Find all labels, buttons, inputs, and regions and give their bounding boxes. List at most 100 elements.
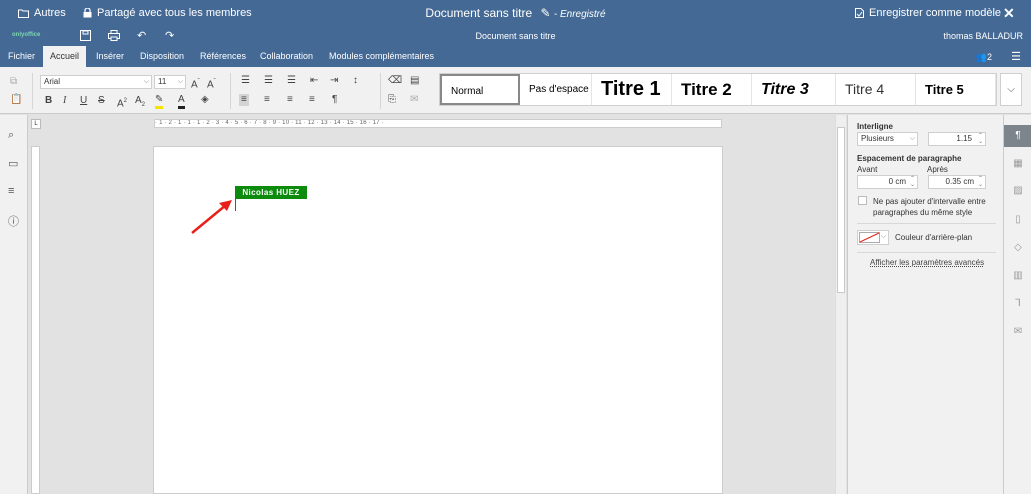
image-settings-icon[interactable]: ▨ — [1009, 182, 1027, 200]
background-color-picker[interactable]: ⌵ — [857, 230, 889, 245]
font-size-select[interactable]: 11 ⌵ — [154, 75, 186, 89]
no-interval-checkbox[interactable] — [858, 196, 867, 205]
info-icon[interactable]: ⓘ — [8, 213, 19, 229]
line-spacing-value: 1.15 — [956, 134, 972, 143]
template-icon — [855, 8, 864, 18]
paint-bucket-icon[interactable]: ◈ — [201, 94, 209, 106]
mail-merge-settings-icon[interactable]: ✉ — [1009, 323, 1027, 341]
horizontal-ruler[interactable]: · 1 · 2 · 1 · 1 · 1 · 2 · 3 · 4 · 5 · 6 … — [154, 119, 722, 128]
increase-font-icon[interactable]: Aˆ — [191, 76, 200, 91]
shape-settings-icon[interactable]: ◇ — [1009, 239, 1027, 257]
save-as-template-button[interactable]: Enregistrer comme modèle — [855, 7, 1001, 19]
multilevel-list-icon[interactable]: ☰ — [287, 75, 296, 87]
background-color-label: Couleur d'arrière-plan — [895, 233, 973, 242]
increase-indent-icon[interactable]: ⇥ — [330, 75, 338, 87]
ribbon: ⧉ 📋 Arial ⌵ 11 ⌵ Aˆ Aˇ B I U S A2 A2 ✎ A ◈… — [0, 67, 1031, 114]
style-title-3[interactable]: Titre 3 — [752, 74, 836, 105]
save-as-template-label: Enregistrer comme modèle — [869, 7, 1002, 19]
strikethrough-icon[interactable]: S — [98, 95, 105, 107]
line-spacing-value-field[interactable]: 1.15 ⌃ ⌄ — [928, 132, 986, 146]
tab-stop-selector[interactable]: L — [31, 119, 41, 129]
collaborator-tag: Nicolas HUEZ — [235, 186, 307, 199]
spinner-icon[interactable]: ⌃ ⌄ — [978, 133, 983, 145]
subscript-icon[interactable]: A2 — [135, 95, 145, 111]
paragraph-settings-panel: Interligne Plusieurs ⌵ 1.15 ⌃ ⌄ Espacemen… — [847, 115, 1003, 494]
style-normal[interactable]: Normal — [440, 74, 520, 105]
user-name[interactable]: thomas BALLADUR — [943, 31, 1023, 41]
separator — [230, 73, 231, 109]
scrollbar-thumb[interactable] — [837, 127, 845, 293]
spacing-after-field[interactable]: 0.35 cm ⌃ ⌄ — [928, 175, 986, 189]
spacing-before-value: 0 cm — [888, 177, 906, 186]
clear-format-icon[interactable]: ⌫ — [388, 75, 402, 87]
tab-modules[interactable]: Modules complémentaires — [322, 46, 441, 67]
quick-access-bar: onlyoffice ↶ ↷ Document sans titre thoma… — [0, 28, 1031, 46]
tab-fichier[interactable]: Fichier — [1, 46, 42, 67]
highlight-icon[interactable]: ✎ — [155, 94, 164, 109]
align-left-icon[interactable]: ≡ — [239, 94, 249, 106]
font-name-select[interactable]: Arial ⌵ — [40, 75, 152, 89]
bullet-list-icon[interactable]: ☰ — [241, 75, 250, 87]
search-icon[interactable]: ⌕ — [8, 129, 14, 142]
divider — [857, 223, 996, 224]
tab-references[interactable]: Références — [193, 46, 253, 67]
bold-icon[interactable]: B — [45, 95, 52, 107]
header-footer-icon[interactable]: ▯ — [1009, 211, 1027, 229]
copy-style-icon[interactable]: ⎘ — [388, 94, 396, 106]
align-center-icon[interactable]: ≡ — [264, 94, 270, 106]
spinner-icon[interactable]: ⌃ ⌄ — [910, 176, 915, 188]
top-bar: Autres Partagé avec tous les membres Doc… — [0, 0, 1031, 28]
table-settings-icon[interactable]: ▦ — [1009, 155, 1027, 173]
close-icon[interactable]: ✕ — [1003, 5, 1015, 22]
superscript-icon[interactable]: A2 — [117, 95, 127, 110]
spacing-before-field[interactable]: 0 cm ⌃ ⌄ — [857, 175, 918, 189]
copy-icon[interactable]: ⧉ — [10, 76, 17, 88]
styles-gallery: Normal Pas d'espace Titre 1 Titre 2 Titr… — [439, 73, 997, 106]
tab-collaboration[interactable]: Collaboration — [253, 46, 320, 67]
paragraph-marks-icon[interactable]: ¶ — [332, 94, 337, 106]
align-right-icon[interactable]: ≡ — [287, 94, 293, 106]
document-title[interactable]: Document sans titre — [425, 6, 532, 20]
right-sidebar: ¶ ▦ ▨ ▯ ◇ ▥ Ꞁ ✉ — [1003, 115, 1031, 494]
spacing-after-value: 0.35 cm — [945, 177, 974, 186]
style-title-2[interactable]: Titre 2 — [672, 74, 752, 105]
ruler-ticks: · 1 · 2 · 1 · 1 · 1 · 2 · 3 · 4 · 5 · 6 … — [155, 120, 384, 126]
font-name-value: Arial — [44, 77, 61, 86]
spinner-icon[interactable]: ⌃ ⌄ — [978, 176, 983, 188]
decrease-indent-icon[interactable]: ⇤ — [310, 75, 318, 87]
tab-disposition[interactable]: Disposition — [133, 46, 191, 67]
mail-merge-icon[interactable]: ✉ — [410, 94, 418, 106]
justify-icon[interactable]: ≡ — [309, 94, 315, 106]
advanced-settings-link[interactable]: Afficher les paramètres avancés — [870, 258, 984, 267]
style-title-1[interactable]: Titre 1 — [592, 74, 672, 105]
decrease-font-icon[interactable]: Aˇ — [207, 76, 216, 91]
line-spacing-icon[interactable]: ↕ — [353, 75, 358, 87]
textart-settings-icon[interactable]: Ꞁ — [1009, 295, 1027, 313]
styles-more-chevron-down-icon[interactable]: ⌵ — [1000, 73, 1022, 106]
numbered-list-icon[interactable]: ☰ — [264, 75, 273, 87]
vertical-scrollbar[interactable] — [835, 115, 846, 494]
line-spacing-mode-select[interactable]: Plusieurs ⌵ — [857, 132, 918, 146]
underline-icon[interactable]: U — [80, 95, 87, 107]
navigation-icon[interactable]: ≡ — [8, 185, 14, 197]
chart-settings-icon[interactable]: ▥ — [1009, 267, 1027, 285]
style-title-4[interactable]: Titre 4 — [836, 74, 916, 105]
paste-icon[interactable]: 📋 — [10, 94, 22, 106]
tab-inserer[interactable]: Insérer — [89, 46, 131, 67]
font-color-icon[interactable]: A — [178, 94, 185, 109]
style-no-spacing[interactable]: Pas d'espace — [520, 74, 592, 105]
italic-icon[interactable]: I — [63, 95, 66, 107]
menu-icon[interactable]: ☰ — [1011, 51, 1021, 63]
users-icon[interactable]: 👥2 — [976, 52, 992, 62]
chevron-down-icon: ⌵ — [143, 78, 149, 85]
vertical-ruler[interactable] — [31, 146, 40, 494]
pencil-icon[interactable]: ✎ — [540, 6, 550, 20]
comments-icon[interactable]: ▭ — [8, 157, 18, 170]
style-title-5[interactable]: Titre 5 — [916, 74, 996, 105]
tab-accueil[interactable]: Accueil — [43, 46, 87, 67]
paragraph-settings-icon[interactable]: ¶ — [1004, 125, 1031, 147]
no-color-icon — [859, 232, 880, 243]
line-spacing-label: Interligne — [857, 122, 894, 131]
shading-icon[interactable]: ▤ — [410, 75, 419, 87]
line-spacing-mode-value: Plusieurs — [861, 134, 894, 143]
